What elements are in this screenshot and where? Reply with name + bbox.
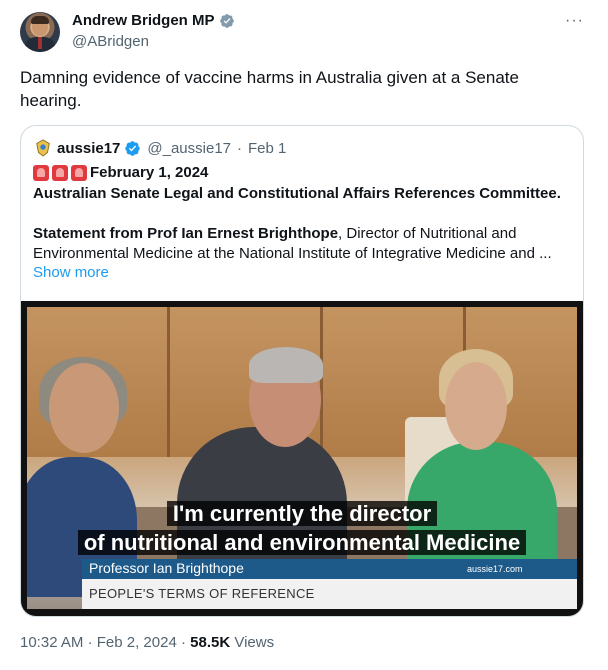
footer-separator: · (180, 634, 186, 651)
views-label: Views (234, 634, 275, 651)
lower-third-reference: PEOPLE'S TERMS OF REFERENCE (89, 586, 315, 601)
tweet-time[interactable]: 10:32 AM (20, 634, 83, 651)
tweet-footer: 10:32 AM · Feb 2, 2024 · 58.5K Views (20, 634, 274, 651)
quoted-committee: Australian Senate Legal and Constitution… (33, 185, 561, 202)
quoted-date: Feb 1 (248, 139, 287, 157)
quoted-avatar (33, 138, 53, 158)
quoted-date-line: February 1, 2024 (33, 163, 208, 183)
siren-icon (71, 165, 87, 181)
lower-third-name: Professor Ian Brighthope (89, 560, 244, 576)
statement-rest: , Director of Nutritional and (338, 225, 517, 242)
tweet-text: Damning evidence of vaccine harms in Aus… (20, 68, 519, 110)
quoted-statement-line2: Environmental Medicine at the National I… (33, 245, 552, 262)
video-caption-line1: I'm currently the director (27, 500, 577, 528)
quoted-date-text: February 1, 2024 (90, 164, 209, 181)
tweet-date[interactable]: Feb 2, 2024 (97, 634, 177, 651)
siren-icon (52, 165, 68, 181)
video-watermark: aussie17.com (467, 564, 523, 574)
author-display-name[interactable]: Andrew Bridgen MP (72, 12, 215, 29)
video-caption-line2: of nutritional and environmental Medicin… (27, 529, 577, 557)
footer-separator: · (87, 634, 93, 651)
verified-badge-icon (219, 13, 234, 28)
quoted-header: aussie17 @_aussie17 · Feb 1 (33, 138, 286, 158)
quoted-display-name: aussie17 (57, 139, 121, 157)
author-avatar[interactable] (20, 12, 60, 52)
show-more-link[interactable]: Show more (33, 264, 109, 281)
author-handle[interactable]: @ABridgen (72, 33, 149, 50)
video-frame: I'm currently the director of nutritiona… (27, 307, 577, 609)
crest-icon (36, 139, 50, 157)
blue-verified-icon (125, 140, 141, 156)
quoted-tweet[interactable]: aussie17 @_aussie17 · Feb 1 February 1, … (20, 125, 584, 617)
author-name-row: Andrew Bridgen MP (72, 12, 235, 29)
statement-speaker: Statement from Prof Ian Ernest Brighthop… (33, 225, 339, 242)
quoted-separator: · (237, 139, 243, 157)
tweet-card: Andrew Bridgen MP @ABridgen ··· Damning … (0, 0, 608, 670)
quoted-statement: Statement from Prof Ian Ernest Brighthop… (33, 224, 516, 244)
siren-icon (33, 165, 49, 181)
quoted-handle: @_aussie17 (147, 139, 232, 157)
video-player[interactable]: I'm currently the director of nutritiona… (21, 301, 583, 616)
views-count[interactable]: 58.5K (190, 634, 230, 651)
more-options-icon[interactable]: ··· (565, 12, 584, 30)
